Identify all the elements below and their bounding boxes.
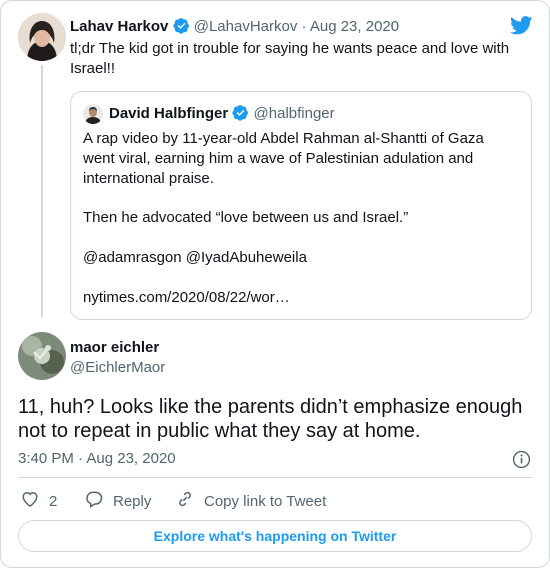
tweet-time: 3:40 PM	[18, 450, 74, 467]
separator: ·	[301, 18, 307, 35]
heart-icon	[20, 489, 40, 513]
quoted-link[interactable]: nytimes.com/2020/08/22/wor…	[83, 288, 290, 308]
first-tweet-header: Lahav Harkov @LahavHarkov · Aug 23, 2020	[70, 17, 399, 35]
quoted-text-line: went viral, earning him a wave of Palest…	[83, 150, 474, 167]
author-name: David Halbfinger	[109, 105, 229, 122]
link-icon	[175, 489, 195, 513]
main-tweet-text: 11, huh? Looks like the parents didn’t e…	[18, 395, 522, 443]
tweet-embed-card: Lahav Harkov @LahavHarkov · Aug 23, 2020…	[0, 0, 550, 568]
thread-connector	[41, 65, 43, 317]
separator: ·	[78, 450, 84, 467]
quoted-text-line: international praise.	[83, 170, 214, 187]
author-handle: @halbfinger	[253, 105, 335, 122]
quoted-mentions[interactable]: @adamrasgon @IyadAbuheweila	[83, 248, 307, 268]
info-icon[interactable]	[512, 450, 531, 469]
verified-badge-icon	[172, 17, 190, 34]
tweet-date: Aug 23, 2020	[86, 450, 176, 467]
verified-badge-icon	[232, 104, 249, 121]
copy-link-label: Copy link to Tweet	[204, 492, 327, 510]
text-line: Israel!!	[70, 60, 116, 77]
tweet-date[interactable]: Aug 23, 2020	[310, 18, 399, 35]
avatar[interactable]	[18, 13, 66, 61]
tweet-timestamp[interactable]: 3:40 PM · Aug 23, 2020	[18, 450, 176, 467]
avatar[interactable]	[18, 332, 66, 380]
author-name[interactable]: maor eichler	[70, 339, 159, 356]
text-line: tl;dr The kid got in trouble for saying …	[70, 40, 510, 57]
divider	[18, 477, 532, 478]
quoted-tweet[interactable]: David Halbfinger @halbfinger A rap video…	[70, 91, 532, 320]
twitter-bird-icon[interactable]	[510, 16, 533, 35]
reply-button[interactable]: Reply	[84, 489, 151, 513]
author-handle[interactable]: @LahavHarkov	[194, 18, 298, 35]
text-line: 11, huh? Looks like the parents didn’t e…	[18, 396, 523, 418]
quoted-header: David Halbfinger @halbfinger	[109, 104, 335, 122]
reply-icon	[84, 489, 104, 513]
quoted-text-line: Then he advocated “love between us and I…	[83, 209, 409, 226]
first-tweet-text: tl;dr The kid got in trouble for saying …	[70, 39, 509, 79]
copy-link-button[interactable]: Copy link to Tweet	[175, 489, 326, 513]
author-handle[interactable]: @EichlerMaor	[70, 359, 165, 376]
explore-twitter-button[interactable]: Explore what's happening on Twitter	[18, 520, 532, 552]
quoted-text-line: A rap video by 11-year-old Abdel Rahman …	[83, 130, 484, 147]
text-line: not to repeat in public what they say at…	[18, 420, 421, 442]
reply-label: Reply	[113, 492, 152, 510]
like-button[interactable]: 2	[20, 489, 57, 513]
avatar	[83, 104, 103, 124]
author-name[interactable]: Lahav Harkov	[70, 18, 168, 35]
like-count: 2	[49, 492, 58, 510]
